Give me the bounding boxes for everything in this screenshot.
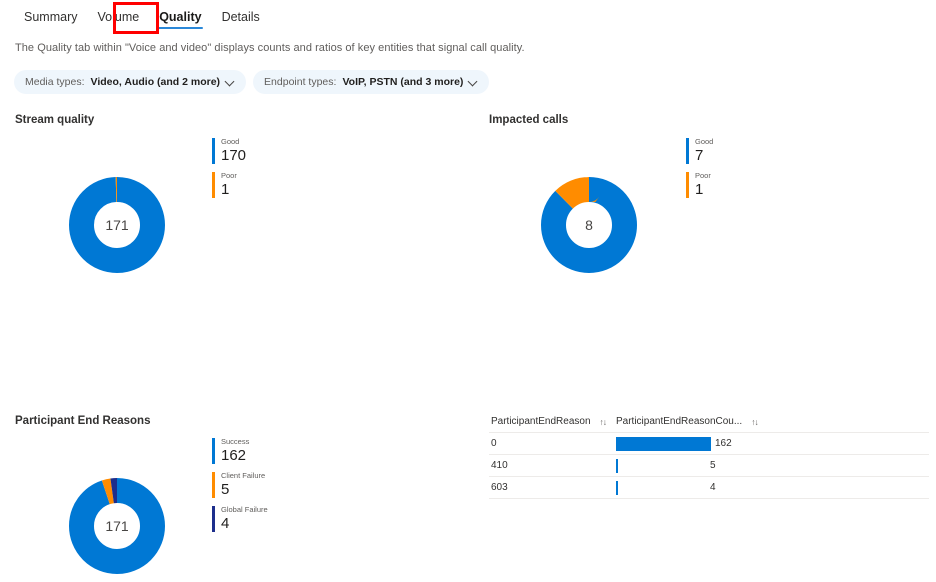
chevron-down-icon bbox=[226, 78, 235, 87]
cell-count-label: 4 bbox=[710, 482, 716, 493]
tab-details-label: Details bbox=[221, 9, 260, 24]
legend-value-good: 7 bbox=[695, 146, 704, 164]
table-row[interactable]: 410 5 bbox=[489, 455, 929, 477]
tab-summary[interactable]: Summary bbox=[14, 4, 87, 33]
legend-swatch-client-failure bbox=[212, 472, 215, 498]
column-header-participant-end-reason[interactable]: ParticipantEndReason ↑↓ bbox=[489, 416, 616, 427]
legend-item[interactable]: Success 162 bbox=[212, 438, 268, 464]
filter-media-types-value: Video, Audio (and 2 more) bbox=[90, 76, 221, 88]
legend-item[interactable]: Global Failure 4 bbox=[212, 506, 268, 532]
cell-count-label: 162 bbox=[715, 438, 732, 449]
legend-label-success: Success bbox=[221, 437, 250, 446]
tab-quality[interactable]: Quality bbox=[149, 4, 211, 33]
participant-end-reasons-donut[interactable]: 171 bbox=[69, 478, 165, 574]
legend-label-poor: Poor bbox=[221, 171, 237, 180]
cell-count: 162 bbox=[616, 433, 929, 455]
legend-swatch-good bbox=[686, 138, 689, 164]
quality-dashboard-page: Summary Volume Quality Details The Quali… bbox=[0, 0, 936, 582]
cell-reason: 603 bbox=[491, 482, 508, 493]
legend-value-poor: 1 bbox=[695, 180, 704, 198]
tab-details[interactable]: Details bbox=[212, 4, 270, 33]
active-tab-underline bbox=[158, 26, 203, 29]
legend-value-global-failure: 4 bbox=[221, 514, 230, 532]
donut-slice-success bbox=[69, 478, 165, 574]
participant-end-reasons-donut-svg bbox=[69, 478, 165, 574]
sort-arrows-icon[interactable]: ↑↓ bbox=[751, 417, 758, 427]
tab-bar: Summary Volume Quality Details bbox=[0, 0, 936, 36]
section-title-impacted-calls: Impacted calls bbox=[489, 114, 569, 126]
legend-swatch-good bbox=[212, 138, 215, 164]
stream-quality-donut-svg bbox=[69, 177, 165, 273]
page-description: The Quality tab within "Voice and video"… bbox=[15, 42, 525, 54]
legend-label-client-failure: Client Failure bbox=[221, 471, 266, 480]
impacted-calls-donut-svg bbox=[541, 177, 637, 273]
filter-bar: Media types: Video, Audio (and 2 more) E… bbox=[14, 70, 490, 94]
cell-count: 4 bbox=[616, 477, 929, 499]
filter-endpoint-types[interactable]: Endpoint types: VoIP, PSTN (and 3 more) bbox=[253, 70, 490, 94]
value-bar bbox=[616, 480, 618, 495]
sort-arrows-icon[interactable]: ↑↓ bbox=[600, 417, 607, 427]
chevron-down-icon bbox=[469, 78, 478, 87]
column-header-label: ParticipantEndReason bbox=[491, 416, 591, 427]
legend-label-poor: Poor bbox=[695, 171, 711, 180]
legend-value-good: 170 bbox=[221, 146, 247, 164]
table-header-row: ParticipantEndReason ↑↓ ParticipantEndRe… bbox=[489, 411, 929, 433]
participant-end-reason-table: ParticipantEndReason ↑↓ ParticipantEndRe… bbox=[489, 411, 929, 499]
participant-end-reasons-legend: Success 162 Client Failure 5 Global Fail… bbox=[212, 438, 268, 540]
table-row[interactable]: 603 4 bbox=[489, 477, 929, 499]
cell-reason: 410 bbox=[491, 460, 508, 471]
filter-media-types[interactable]: Media types: Video, Audio (and 2 more) bbox=[14, 70, 247, 94]
column-header-label: ParticipantEndReasonCou... bbox=[616, 416, 743, 427]
filter-media-types-label: Media types: bbox=[25, 76, 85, 88]
legend-item[interactable]: Poor 1 bbox=[212, 172, 246, 198]
cell-count: 5 bbox=[616, 455, 929, 477]
legend-label-good: Good bbox=[221, 137, 240, 146]
column-header-participant-end-reason-count[interactable]: ParticipantEndReasonCou... ↑↓ bbox=[616, 416, 759, 427]
cell-count-label: 5 bbox=[710, 460, 716, 471]
legend-swatch-poor bbox=[686, 172, 689, 198]
impacted-calls-legend: Good 7 Poor 1 bbox=[686, 138, 713, 206]
legend-swatch-success bbox=[212, 438, 215, 464]
stream-quality-legend: Good 170 Poor 1 bbox=[212, 138, 246, 206]
value-bar bbox=[616, 458, 618, 473]
legend-label-global-failure: Global Failure bbox=[221, 505, 268, 514]
filter-endpoint-types-value: VoIP, PSTN (and 3 more) bbox=[342, 76, 464, 88]
legend-label-good: Good bbox=[695, 137, 714, 146]
tab-volume-label: Volume bbox=[97, 9, 140, 24]
table-row[interactable]: 0 162 bbox=[489, 433, 929, 455]
tab-quality-label: Quality bbox=[159, 9, 202, 24]
legend-item[interactable]: Good 7 bbox=[686, 138, 713, 164]
tab-summary-label: Summary bbox=[24, 9, 78, 24]
filter-endpoint-types-label: Endpoint types: bbox=[264, 76, 337, 88]
legend-swatch-global-failure bbox=[212, 506, 215, 532]
legend-value-success: 162 bbox=[221, 446, 247, 464]
legend-value-poor: 1 bbox=[221, 180, 230, 198]
section-title-participant-end-reasons: Participant End Reasons bbox=[15, 415, 151, 427]
stream-quality-donut[interactable]: 171 bbox=[69, 177, 165, 273]
legend-item[interactable]: Poor 1 bbox=[686, 172, 713, 198]
impacted-calls-donut[interactable]: 8 bbox=[541, 177, 637, 273]
legend-swatch-poor bbox=[212, 172, 215, 198]
legend-item[interactable]: Good 170 bbox=[212, 138, 246, 164]
section-title-stream-quality: Stream quality bbox=[15, 114, 95, 126]
legend-item[interactable]: Client Failure 5 bbox=[212, 472, 268, 498]
value-bar bbox=[616, 436, 711, 451]
legend-value-client-failure: 5 bbox=[221, 480, 230, 498]
tab-volume[interactable]: Volume bbox=[87, 4, 149, 33]
cell-reason: 0 bbox=[491, 438, 497, 449]
